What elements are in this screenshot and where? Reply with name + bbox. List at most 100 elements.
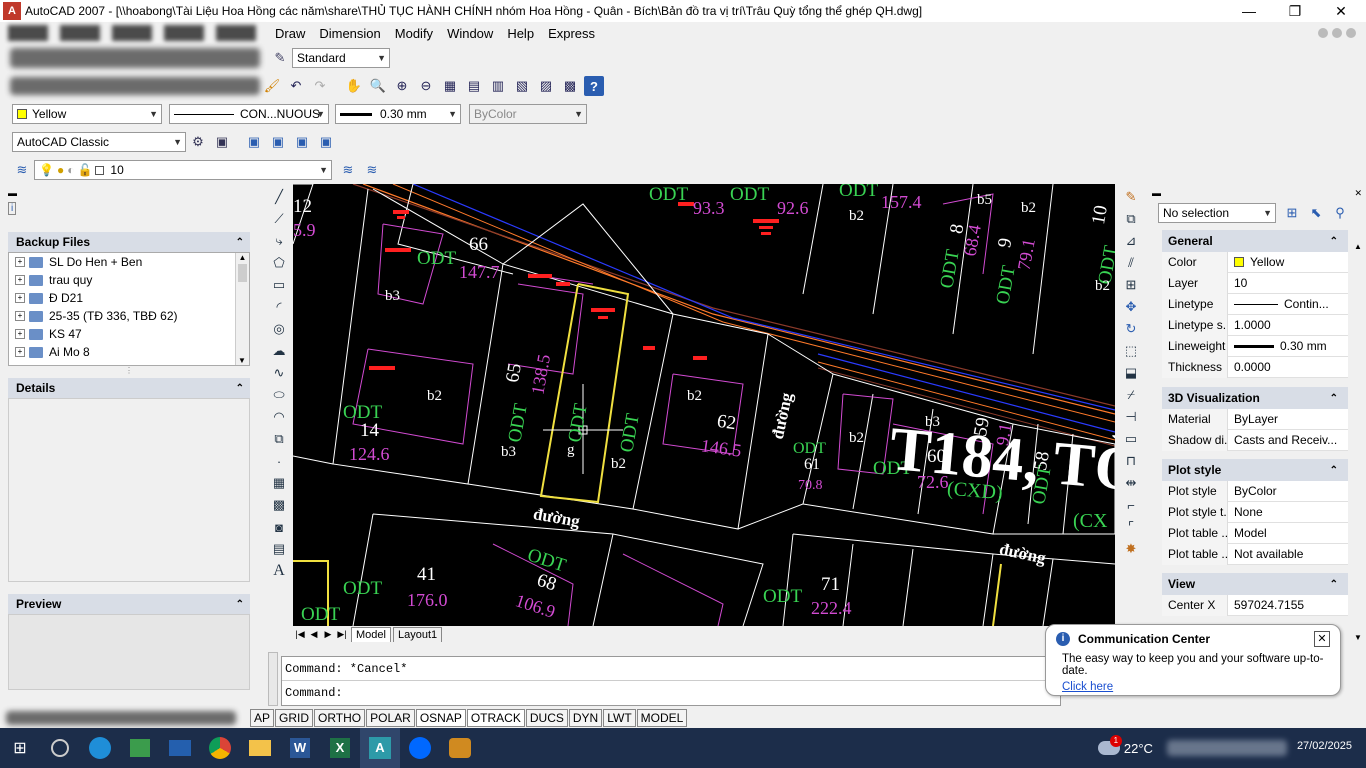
scroll-up-icon[interactable]: ▲ <box>1354 242 1364 251</box>
polyline-icon[interactable]: ⤷ <box>268 230 290 252</box>
move-icon[interactable]: ✥ <box>1120 296 1142 318</box>
prop-row[interactable]: Color Yellow <box>1162 251 1348 273</box>
match-properties-icon[interactable]: 🖌 <box>262 76 282 96</box>
help-icon[interactable]: ? <box>584 76 604 96</box>
plotstyle-select[interactable]: ByColor ▼ <box>469 104 587 124</box>
expand-icon[interactable]: + <box>15 311 25 321</box>
palette-scrollbar[interactable]: ▲ ▼ <box>1354 242 1364 642</box>
collapse-icon[interactable]: ⌃ <box>1330 579 1338 590</box>
text-style-icon[interactable]: ✎ <box>270 48 290 68</box>
text-style-select[interactable]: Standard ▼ <box>292 48 390 68</box>
mdi-restore-icon[interactable] <box>1332 28 1342 38</box>
markup-icon[interactable]: ▨ <box>536 76 556 96</box>
scroll-thumb[interactable] <box>238 264 247 282</box>
gradient-icon[interactable]: ▩ <box>268 494 290 516</box>
general-section-header[interactable]: General ⌃ <box>1162 230 1348 252</box>
menu-modify[interactable]: Modify <box>388 26 440 41</box>
calculator-icon[interactable]: ▩ <box>560 76 580 96</box>
construction-line-icon[interactable]: ⟋ <box>268 208 290 230</box>
file-explorer-icon[interactable] <box>240 728 280 768</box>
palette-close-icon[interactable]: ✕ <box>1354 188 1362 199</box>
tree-item[interactable]: + Đ D21 <box>9 289 249 307</box>
properties-icon[interactable]: ▦ <box>440 76 460 96</box>
tree-item[interactable]: + trau quy <box>9 271 249 289</box>
break-icon[interactable]: ▭ <box>1120 428 1142 450</box>
tool-palettes-icon[interactable]: ▥ <box>488 76 508 96</box>
zoom-previous-icon[interactable]: ⊖ <box>416 76 436 96</box>
tree-item[interactable]: + Ai Mo 8 <box>9 343 249 361</box>
zoom-window-icon[interactable]: ⊕ <box>392 76 412 96</box>
select-objects-icon[interactable]: ⬉ <box>1306 203 1326 223</box>
workspace-settings-icon[interactable]: ⚙ <box>188 132 208 152</box>
viewport-clip-icon[interactable]: ▣ <box>292 132 312 152</box>
polygon-icon[interactable]: ⬠ <box>268 252 290 274</box>
viewport-single-icon[interactable]: ▣ <box>244 132 264 152</box>
menu-dimension[interactable]: Dimension <box>312 26 387 41</box>
restore-button[interactable]: ❐ <box>1272 0 1318 22</box>
otrack-toggle[interactable]: OTRACK <box>466 709 525 727</box>
expand-icon[interactable]: + <box>15 257 25 267</box>
hatch-icon[interactable]: ▦ <box>268 472 290 494</box>
workspace-select[interactable]: AutoCAD Classic ▼ <box>12 132 186 152</box>
prop-row[interactable]: Layer 10 <box>1162 272 1348 294</box>
workspace-save-icon[interactable]: ▣ <box>212 132 232 152</box>
tree-item[interactable]: + SL Do Hen + Ben <box>9 253 249 271</box>
scroll-down-icon[interactable]: ▼ <box>1354 633 1362 642</box>
store-icon[interactable] <box>120 728 160 768</box>
command-input[interactable]: Command: <box>282 681 1060 705</box>
insert-block-icon[interactable]: ⧉ <box>268 428 290 450</box>
zalo-icon[interactable] <box>400 728 440 768</box>
layer-select[interactable]: 💡 ● ◐ 🔓 10 ▼ <box>34 160 332 180</box>
snap-toggle[interactable]: AP <box>250 709 275 727</box>
grid-toggle[interactable]: GRID <box>275 709 314 727</box>
scale-icon[interactable]: ⬚ <box>1120 340 1142 362</box>
circle-icon[interactable]: ◎ <box>268 318 290 340</box>
last-tab-icon[interactable]: ▶| <box>335 629 349 640</box>
collapse-icon[interactable]: ⌃ <box>236 599 244 610</box>
menu-window[interactable]: Window <box>440 26 500 41</box>
palette-autohide-icon[interactable]: ▬ <box>1152 188 1161 198</box>
rectangle-icon[interactable]: ▭ <box>268 274 290 296</box>
sheet-set-icon[interactable]: ▧ <box>512 76 532 96</box>
scroll-down-icon[interactable]: ▼ <box>236 356 248 365</box>
offset-icon[interactable]: ⫽ <box>1120 252 1142 274</box>
ortho-toggle[interactable]: ORTHO <box>314 709 366 727</box>
close-button[interactable]: ✕ <box>1318 0 1364 22</box>
region-icon[interactable]: ◙ <box>268 516 290 538</box>
osnap-toggle[interactable]: OSNAP <box>415 709 466 727</box>
balloon-close-button[interactable]: ✕ <box>1314 631 1330 647</box>
visualization-section-header[interactable]: 3D Visualization ⌃ <box>1162 387 1348 409</box>
trim-icon[interactable]: ⌿ <box>1120 384 1142 406</box>
collapse-icon[interactable]: ⌃ <box>236 237 244 248</box>
join-icon[interactable]: ⇹ <box>1120 472 1142 494</box>
redo-icon[interactable]: ↷ <box>310 76 330 96</box>
point-icon[interactable]: · <box>268 450 290 472</box>
details-header[interactable]: Details ⌃ <box>8 378 250 398</box>
autocad-taskbar-icon[interactable]: A <box>360 728 400 768</box>
arc-icon[interactable]: ◜ <box>268 296 290 318</box>
model-toggle[interactable]: MODEL <box>636 709 688 727</box>
table-icon[interactable]: ▤ <box>268 538 290 560</box>
monitor-icon[interactable] <box>160 728 200 768</box>
line-icon[interactable]: ╱ <box>268 186 290 208</box>
prop-row[interactable]: Material ByLayer <box>1162 408 1348 430</box>
array-icon[interactable]: ⊞ <box>1120 274 1142 296</box>
pan-icon[interactable]: ✋ <box>344 76 364 96</box>
chamfer-icon[interactable]: ⌐ <box>1120 494 1142 516</box>
ellipse-arc-icon[interactable]: ◠ <box>268 406 290 428</box>
extend-icon[interactable]: ⊣ <box>1120 406 1142 428</box>
make-layer-current-icon[interactable]: ≋ <box>338 160 358 180</box>
tree-scrollbar[interactable]: ▲ ▼ <box>235 253 249 365</box>
ducs-toggle[interactable]: DUCS <box>525 709 568 727</box>
collapse-icon[interactable]: ⌃ <box>1330 236 1338 247</box>
panel-close-icon[interactable]: ▬ <box>8 188 17 198</box>
stretch-icon[interactable]: ⬓ <box>1120 362 1142 384</box>
tree-item[interactable]: +25-35 (TĐ 336, TBĐ 62) <box>9 307 249 325</box>
toggle-pickadd-icon[interactable]: ⊞ <box>1282 203 1302 223</box>
expand-icon[interactable]: + <box>15 329 25 339</box>
break-at-point-icon[interactable]: ⊓ <box>1120 450 1142 472</box>
first-tab-icon[interactable]: |◀ <box>293 629 307 640</box>
expand-icon[interactable]: + <box>15 347 25 357</box>
layer-previous-icon[interactable]: ≋ <box>362 160 382 180</box>
prop-row[interactable]: Linetype Contin... <box>1162 293 1348 315</box>
